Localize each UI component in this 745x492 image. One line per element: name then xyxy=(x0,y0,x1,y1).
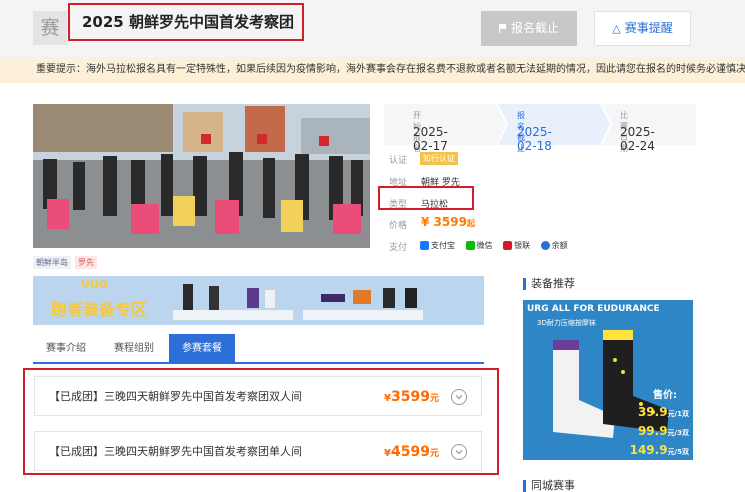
ad-price-list: 39.9元/1双 99.9元/3双 149.9元/5双 xyxy=(630,404,689,460)
package-price: ¥3599元 xyxy=(384,377,439,419)
page-title: 2025 朝鲜罗先中国首发考察团 xyxy=(68,3,304,41)
package-name: 【已成团】三晚四天朝鲜罗先中国首发考察团双人间 xyxy=(49,390,302,403)
important-notice: 重要提示：海外马拉松报名具有一定特殊性，如果后续因为疫情影响，海外赛事会存在报名… xyxy=(0,57,745,83)
event-tags: 朝鲜半岛 罗先 xyxy=(33,254,101,269)
gear-recommend-title: 装备推荐 xyxy=(523,278,575,290)
same-city-events-title: 同城赛事 xyxy=(523,480,575,492)
auth-label: 认证 xyxy=(389,156,408,166)
price-amount: 3599 xyxy=(433,215,467,229)
type-value: 马拉松 xyxy=(421,200,449,210)
balance-icon xyxy=(540,241,550,250)
payment-alipay: 支付宝 xyxy=(420,241,455,250)
package-name: 【已成团】三晚四天朝鲜罗先中国首发考察团单人间 xyxy=(49,445,302,458)
price-currency: ¥ xyxy=(421,215,430,229)
timeline-date: 2025-02-24 xyxy=(620,125,655,153)
price-amount: 4599 xyxy=(391,444,430,460)
ad-price-value: 149.9 xyxy=(629,443,668,457)
gear-zone-banner[interactable]: UUG 跑者装备专区 xyxy=(33,276,484,325)
bell-icon: △ xyxy=(612,22,621,35)
banner-logo: UUG xyxy=(81,278,108,291)
payment-name: 余额 xyxy=(551,241,568,250)
ad-subtitle: 3D耐力压缩按摩袜 xyxy=(537,319,596,327)
ad-price-row: 39.9元/1双 xyxy=(630,404,689,423)
registration-closed-label: 报名截止 xyxy=(510,21,559,35)
payment-label: 支付 xyxy=(389,243,408,253)
flag-icon xyxy=(498,24,507,33)
tag[interactable]: 朝鲜半岛 xyxy=(33,256,71,269)
event-remind-label: 赛事提醒 xyxy=(624,21,673,35)
ad-headline: URG ALL FOR EUDURANCE xyxy=(527,304,660,314)
ad-price-row: 149.9元/5双 xyxy=(630,442,689,460)
banner-text: 跑者装备专区 xyxy=(51,300,148,319)
payment-name: 银联 xyxy=(514,241,531,250)
ad-price-row: 99.9元/3双 xyxy=(630,423,689,442)
tab-intro[interactable]: 赛事介绍 xyxy=(33,334,99,364)
tab-packages[interactable]: 参赛套餐 xyxy=(169,334,235,364)
price-currency: ¥ xyxy=(384,393,392,404)
event-logo: 赛 xyxy=(33,11,67,45)
ad-price-unit: 元/3双 xyxy=(667,429,689,437)
payment-methods: 支付宝 微信 银联 余额 xyxy=(420,240,568,251)
price-suffix: 起 xyxy=(466,219,475,228)
event-photo xyxy=(33,104,370,248)
tag[interactable]: 罗先 xyxy=(75,256,97,269)
price-unit: 元 xyxy=(429,394,439,404)
package-row[interactable]: 【已成团】三晚四天朝鲜罗先中国首发考察团单人间 ¥4599元 xyxy=(34,431,482,471)
type-label: 类型 xyxy=(389,200,408,210)
ad-price-unit: 元/1双 xyxy=(667,410,689,418)
unionpay-icon xyxy=(503,241,513,250)
event-remind-button[interactable]: △ 赛事提醒 xyxy=(594,11,691,46)
price-currency: ¥ xyxy=(384,448,392,459)
payment-wechat: 微信 xyxy=(465,241,493,250)
payment-name: 微信 xyxy=(476,241,493,250)
timeline-date: 2025-02-17 xyxy=(413,125,448,153)
timeline-date: 2025-02-18 xyxy=(517,125,552,153)
detail-tabs: 赛事介绍 赛程组别 参赛套餐 xyxy=(33,334,484,364)
sock-ad[interactable]: URG ALL FOR EUDURANCE 3D耐力压缩按摩袜 售价: 39.9… xyxy=(523,300,693,460)
tab-schedule[interactable]: 赛程组别 xyxy=(99,334,169,364)
ad-price-unit: 元/5双 xyxy=(667,448,689,456)
ad-price-value: 39.9 xyxy=(637,405,668,419)
payment-name: 支付宝 xyxy=(431,241,455,250)
ad-price-label: 售价: xyxy=(653,390,677,401)
chevron-down-icon[interactable] xyxy=(451,389,467,405)
price-label: 价格 xyxy=(389,221,408,231)
alipay-icon xyxy=(420,241,429,250)
payment-unionpay: 银联 xyxy=(503,241,530,250)
package-price: ¥4599元 xyxy=(384,432,439,474)
ad-price-value: 99.9 xyxy=(637,424,668,438)
registration-timeline: 开始报名 2025-02-17 报名截止 2025-02-18 比赛日期 2025-0… xyxy=(384,104,696,153)
payment-balance: 余额 xyxy=(540,241,568,250)
page-header: 赛 2025 朝鲜罗先中国首发考察团 报名截止 △ 赛事提醒 xyxy=(0,0,745,57)
auth-badge: 知行认证 xyxy=(420,152,458,165)
chevron-down-icon[interactable] xyxy=(451,444,467,460)
price-amount: 3599 xyxy=(391,389,430,405)
price-unit: 元 xyxy=(429,449,439,459)
package-row[interactable]: 【已成团】三晚四天朝鲜罗先中国首发考察团双人间 ¥3599元 xyxy=(34,376,482,416)
wechat-icon xyxy=(465,241,475,250)
start-price: ¥ 3599起 xyxy=(421,215,475,229)
registration-closed-button[interactable]: 报名截止 xyxy=(481,11,577,46)
